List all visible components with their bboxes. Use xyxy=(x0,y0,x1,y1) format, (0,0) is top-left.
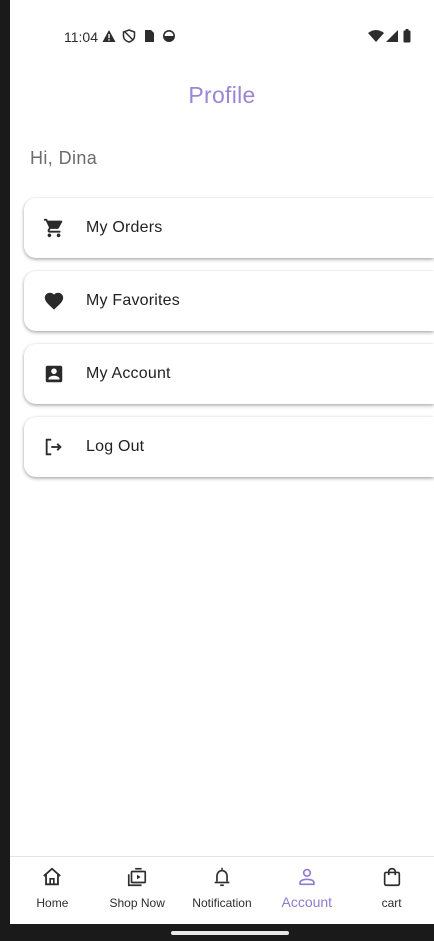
nav-cart[interactable]: cart xyxy=(349,857,434,925)
shield-icon xyxy=(122,29,136,43)
my-favorites-label: My Favorites xyxy=(86,292,180,309)
nav-account-label: Account xyxy=(281,894,333,910)
nav-cart-label: cart xyxy=(381,896,402,910)
gesture-bar xyxy=(10,924,434,941)
cart-icon xyxy=(42,216,66,240)
log-out-button[interactable]: Log Out xyxy=(24,417,434,477)
log-out-label: Log Out xyxy=(86,438,145,455)
data-saver-icon xyxy=(162,29,176,43)
battery-icon xyxy=(402,29,416,43)
my-favorites-button[interactable]: My Favorites xyxy=(24,271,434,331)
status-time: 11:04 xyxy=(64,29,98,45)
sim-card-icon xyxy=(142,29,156,43)
greeting-text: Hi, Dina xyxy=(30,148,98,168)
nav-shop-now-label: Shop Now xyxy=(109,896,165,910)
my-orders-label: My Orders xyxy=(86,219,163,236)
bottom-navigation: Home Shop Now Notification Account cart xyxy=(10,856,434,925)
nav-shop-now[interactable]: Shop Now xyxy=(95,857,180,925)
person-icon xyxy=(296,866,318,888)
profile-menu: My Orders My Favorites My Account Log Ou… xyxy=(24,198,434,490)
account-box-icon xyxy=(42,362,66,386)
heart-icon xyxy=(42,289,66,313)
nav-notification[interactable]: Notification xyxy=(180,857,265,925)
logout-icon xyxy=(42,435,66,459)
warning-icon xyxy=(102,29,116,43)
home-icon xyxy=(41,866,63,888)
wifi-icon xyxy=(368,29,384,43)
my-account-label: My Account xyxy=(86,365,171,382)
nav-home-label: Home xyxy=(36,896,69,910)
page-title: Profile xyxy=(188,82,256,108)
nav-notification-label: Notification xyxy=(192,896,252,910)
status-system-icons xyxy=(368,29,416,43)
gesture-handle[interactable] xyxy=(171,931,289,935)
status-notification-icons xyxy=(102,29,176,43)
my-account-button[interactable]: My Account xyxy=(24,344,434,404)
shopping-bag-icon xyxy=(381,866,403,888)
my-orders-button[interactable]: My Orders xyxy=(24,198,434,258)
nav-account[interactable]: Account xyxy=(264,857,349,925)
app-screen: 11:04 Profile Hi, Dina My Orders My Favo… xyxy=(10,0,434,941)
bell-icon xyxy=(211,866,233,888)
cell-signal-icon xyxy=(385,29,399,43)
nav-home[interactable]: Home xyxy=(10,857,95,925)
shop-play-icon xyxy=(126,866,148,888)
status-bar: 11:04 xyxy=(10,0,434,72)
